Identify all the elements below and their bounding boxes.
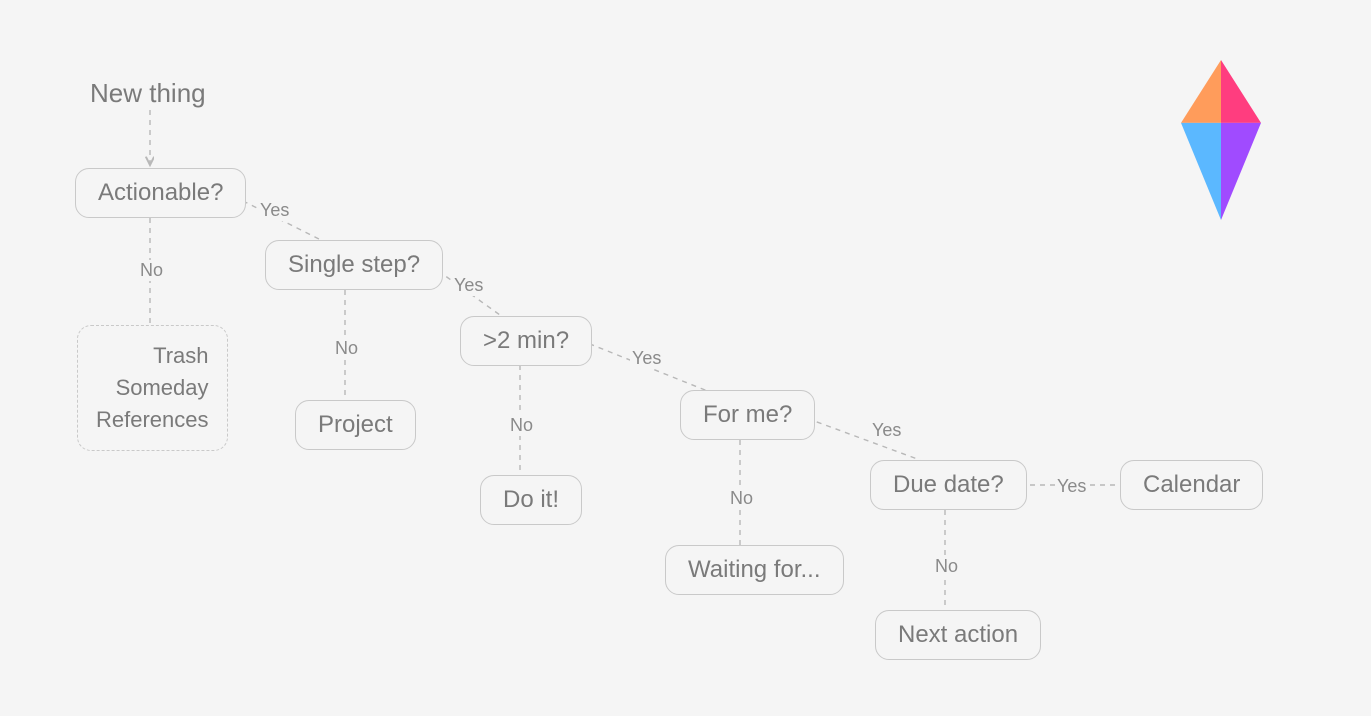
node-waiting: Waiting for... — [665, 545, 844, 595]
edge-no-1: No — [138, 260, 165, 281]
node-actionable: Actionable? — [75, 168, 246, 218]
node-next-action: Next action — [875, 610, 1041, 660]
edge-no-2: No — [333, 338, 360, 359]
edge-no-3: No — [508, 415, 535, 436]
edge-no-5: No — [933, 556, 960, 577]
edge-yes-5: Yes — [1055, 476, 1088, 497]
list-trash: Trash — [96, 340, 209, 372]
list-someday: Someday — [96, 372, 209, 404]
edge-no-4: No — [728, 488, 755, 509]
list-references: References — [96, 404, 209, 436]
node-non-actionable-list: Trash Someday References — [77, 325, 228, 451]
edge-yes-2: Yes — [452, 275, 485, 296]
node-due-date: Due date? — [870, 460, 1027, 510]
node-project: Project — [295, 400, 416, 450]
edge-yes-1: Yes — [258, 200, 291, 221]
edge-yes-4: Yes — [870, 420, 903, 441]
node-single-step: Single step? — [265, 240, 443, 290]
node-new-thing: New thing — [90, 80, 206, 106]
node-calendar: Calendar — [1120, 460, 1263, 510]
node-for-me: For me? — [680, 390, 815, 440]
diamond-logo-icon — [1161, 60, 1281, 220]
node-do-it: Do it! — [480, 475, 582, 525]
edge-yes-3: Yes — [630, 348, 663, 369]
node-two-min: >2 min? — [460, 316, 592, 366]
flowchart-canvas: New thing Actionable? Yes No Trash Somed… — [0, 0, 1371, 716]
